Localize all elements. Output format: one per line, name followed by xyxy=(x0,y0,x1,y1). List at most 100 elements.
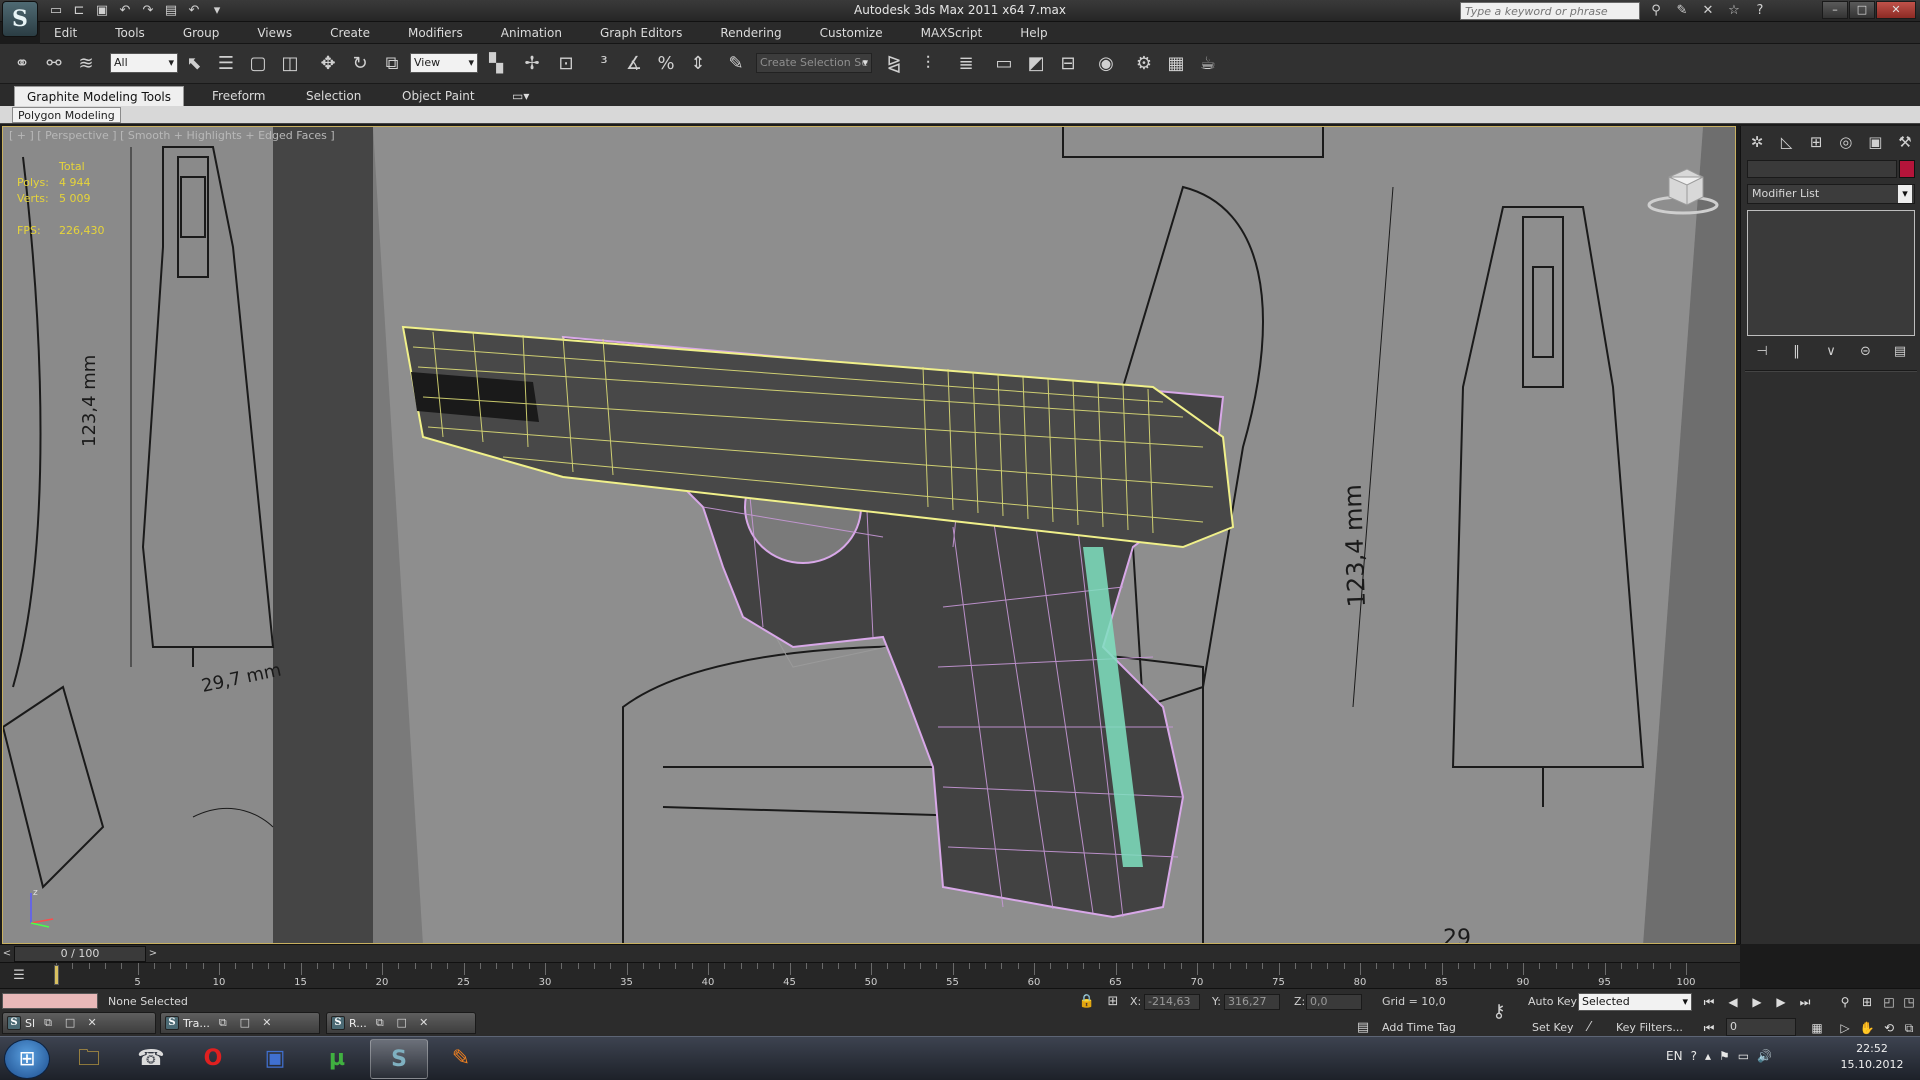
select-and-link-icon[interactable]: ⚭ xyxy=(8,50,36,78)
maxscript-listener-field[interactable] xyxy=(2,993,98,1009)
menu-graph-editors[interactable]: Graph Editors xyxy=(576,26,696,40)
time-prev-icon[interactable]: < xyxy=(0,946,14,962)
hierarchy-tab-icon[interactable]: ⊞ xyxy=(1804,130,1828,154)
track-bar[interactable]: ☰ 5 10 15 20 25 30 35 40 45 50 55 60 65 70 75 80 85 90 95 1… xyxy=(0,962,1740,988)
render-setup-icon[interactable]: ⚙ xyxy=(1130,50,1158,78)
language-indicator[interactable]: EN xyxy=(1666,1049,1683,1063)
current-frame-field[interactable]: 0 xyxy=(1726,1018,1796,1036)
close-button[interactable]: ✕ xyxy=(1876,1,1916,19)
volume-icon[interactable]: 🔊 xyxy=(1757,1049,1772,1063)
help-icon[interactable]: ? xyxy=(1750,2,1770,20)
pan-icon[interactable]: ✋ xyxy=(1858,1019,1876,1037)
minimize-button[interactable]: – xyxy=(1822,1,1848,19)
layer-manager-icon[interactable]: ≣ xyxy=(952,50,980,78)
action-center-icon[interactable]: ⚑ xyxy=(1719,1049,1730,1063)
go-to-end-icon[interactable]: ⏭ xyxy=(1796,993,1814,1011)
zoom-all-icon[interactable]: ⊞ xyxy=(1858,993,1876,1011)
time-cursor[interactable] xyxy=(54,965,59,985)
binoculars-icon[interactable]: ⚲ xyxy=(1646,2,1666,20)
start-button[interactable] xyxy=(4,1039,50,1079)
minimized-window-3[interactable]: S R... ⧉ □ ✕ xyxy=(326,1012,476,1034)
menu-edit[interactable]: Edit xyxy=(40,26,91,40)
window-crossing-icon[interactable]: ◫ xyxy=(276,50,304,78)
tab-freeform[interactable]: Freeform xyxy=(200,86,277,106)
field-of-view-icon[interactable]: ▷ xyxy=(1836,1019,1854,1037)
maximize-icon[interactable]: □ xyxy=(393,1015,411,1031)
search-input[interactable] xyxy=(1461,3,1639,19)
display-tab-icon[interactable]: ▣ xyxy=(1863,130,1887,154)
menu-modifiers[interactable]: Modifiers xyxy=(384,26,477,40)
curve-editor-icon[interactable]: ◩ xyxy=(1022,50,1050,78)
motion-tab-icon[interactable]: ◎ xyxy=(1834,130,1858,154)
auto-key-button[interactable]: Auto Key xyxy=(1528,993,1577,1011)
create-tab-icon[interactable]: ✲ xyxy=(1745,130,1769,154)
select-object-icon[interactable]: ⬉ xyxy=(180,50,208,78)
set-key-tangent-icon[interactable]: ⁄ xyxy=(1580,1019,1598,1037)
key-mode-toggle-icon[interactable]: ⏮ xyxy=(1700,1019,1718,1037)
tab-graphite-modeling-tools[interactable]: Graphite Modeling Tools xyxy=(14,86,185,106)
next-frame-icon[interactable]: ▶ xyxy=(1772,993,1790,1011)
reference-coord-select[interactable]: View xyxy=(410,53,478,73)
utilities-tab-icon[interactable]: ⚒ xyxy=(1893,130,1917,154)
play-icon[interactable]: ▶ xyxy=(1748,993,1766,1011)
opera-icon[interactable]: O xyxy=(184,1039,242,1079)
rendered-frame-icon[interactable]: ▦ xyxy=(1162,50,1190,78)
communication-icon[interactable]: ✕ xyxy=(1698,2,1718,20)
menu-animation[interactable]: Animation xyxy=(477,26,576,40)
modify-tab-icon[interactable]: ◺ xyxy=(1775,130,1799,154)
keyboard-shortcut-icon[interactable]: ⊡ xyxy=(552,50,580,78)
rect-selection-icon[interactable]: ▢ xyxy=(244,50,272,78)
mirror-icon[interactable]: ⧎ xyxy=(880,50,908,78)
render-production-icon[interactable]: ☕ xyxy=(1194,50,1222,78)
pin-stack-icon[interactable]: ⊣ xyxy=(1751,342,1773,362)
zoom-icon[interactable]: ⚲ xyxy=(1836,993,1854,1011)
material-editor-icon[interactable]: ◉ xyxy=(1092,50,1120,78)
mini-curve-editor-icon[interactable]: ☰ xyxy=(10,967,28,985)
explorer-icon[interactable]: 🗀 xyxy=(60,1039,118,1079)
y-coord-field[interactable]: 316,27 xyxy=(1224,994,1280,1010)
menu-views[interactable]: Views xyxy=(233,26,306,40)
restore-icon[interactable]: ⧉ xyxy=(214,1015,232,1031)
rotate-icon[interactable]: ↻ xyxy=(346,50,374,78)
show-end-result-icon[interactable]: ‖ xyxy=(1786,342,1808,362)
zoom-extents-all-icon[interactable]: ◳ xyxy=(1900,993,1918,1011)
time-tag-icon[interactable]: ▤ xyxy=(1354,1019,1372,1037)
time-slider-thumb[interactable]: 0 / 100 xyxy=(14,946,146,962)
x-coord-field[interactable]: -214,63 xyxy=(1144,994,1200,1010)
modifier-list-select[interactable]: Modifier List xyxy=(1747,184,1915,204)
selection-filter-select[interactable]: All xyxy=(110,53,178,73)
align-icon[interactable]: ⫶ xyxy=(914,50,942,78)
close-icon[interactable]: ✕ xyxy=(415,1015,433,1031)
modifier-stack[interactable] xyxy=(1747,210,1915,336)
key-icon[interactable]: ⚷ xyxy=(1490,1003,1508,1021)
pivot-center-icon[interactable]: ▚ xyxy=(482,50,510,78)
viewport-label[interactable]: [ + ] [ Perspective ] [ Smooth + Highlig… xyxy=(9,129,335,142)
tab-selection[interactable]: Selection xyxy=(294,86,373,106)
z-coord-field[interactable]: 0,0 xyxy=(1306,994,1362,1010)
close-icon[interactable]: ✕ xyxy=(258,1015,276,1031)
app-logo-icon[interactable]: S xyxy=(2,1,38,37)
angle-snap-icon[interactable]: ∡ xyxy=(620,50,648,78)
phone-app-icon[interactable]: ☎ xyxy=(122,1039,180,1079)
zoom-extents-icon[interactable]: ◰ xyxy=(1880,993,1898,1011)
help-tray-icon[interactable]: ? xyxy=(1691,1049,1697,1063)
perspective-viewport[interactable]: 123,4 mm 29,7 mm 123,4 mm 29 [+] [Per… xyxy=(2,126,1736,944)
graphite-toggle-icon[interactable]: ▭ xyxy=(990,50,1018,78)
maximize-viewport-icon[interactable]: ⧉ xyxy=(1900,1019,1918,1037)
object-color-swatch[interactable] xyxy=(1899,160,1915,178)
maximize-icon[interactable]: □ xyxy=(61,1015,79,1031)
key-filters-button[interactable]: Key Filters... xyxy=(1616,1019,1683,1037)
edit-named-sets-icon[interactable]: ✎ xyxy=(722,50,750,78)
percent-snap-icon[interactable]: % xyxy=(652,50,680,78)
key-mode-select[interactable]: Selected xyxy=(1578,993,1692,1011)
add-time-tag-button[interactable]: Add Time Tag xyxy=(1382,1019,1456,1037)
make-unique-icon[interactable]: ∨ xyxy=(1820,342,1842,362)
polygon-modeling-panel[interactable]: Polygon Modeling xyxy=(12,107,121,123)
menu-group[interactable]: Group xyxy=(159,26,234,40)
bind-space-warp-icon[interactable]: ≋ xyxy=(72,50,100,78)
minimized-window-2[interactable]: S Tra... ⧉ □ ✕ xyxy=(160,1012,320,1034)
save-disk-icon[interactable]: ▣ xyxy=(246,1039,304,1079)
utorrent-icon[interactable]: µ xyxy=(308,1039,366,1079)
configure-modifier-sets-icon[interactable]: ▤ xyxy=(1889,342,1911,362)
menu-rendering[interactable]: Rendering xyxy=(696,26,795,40)
